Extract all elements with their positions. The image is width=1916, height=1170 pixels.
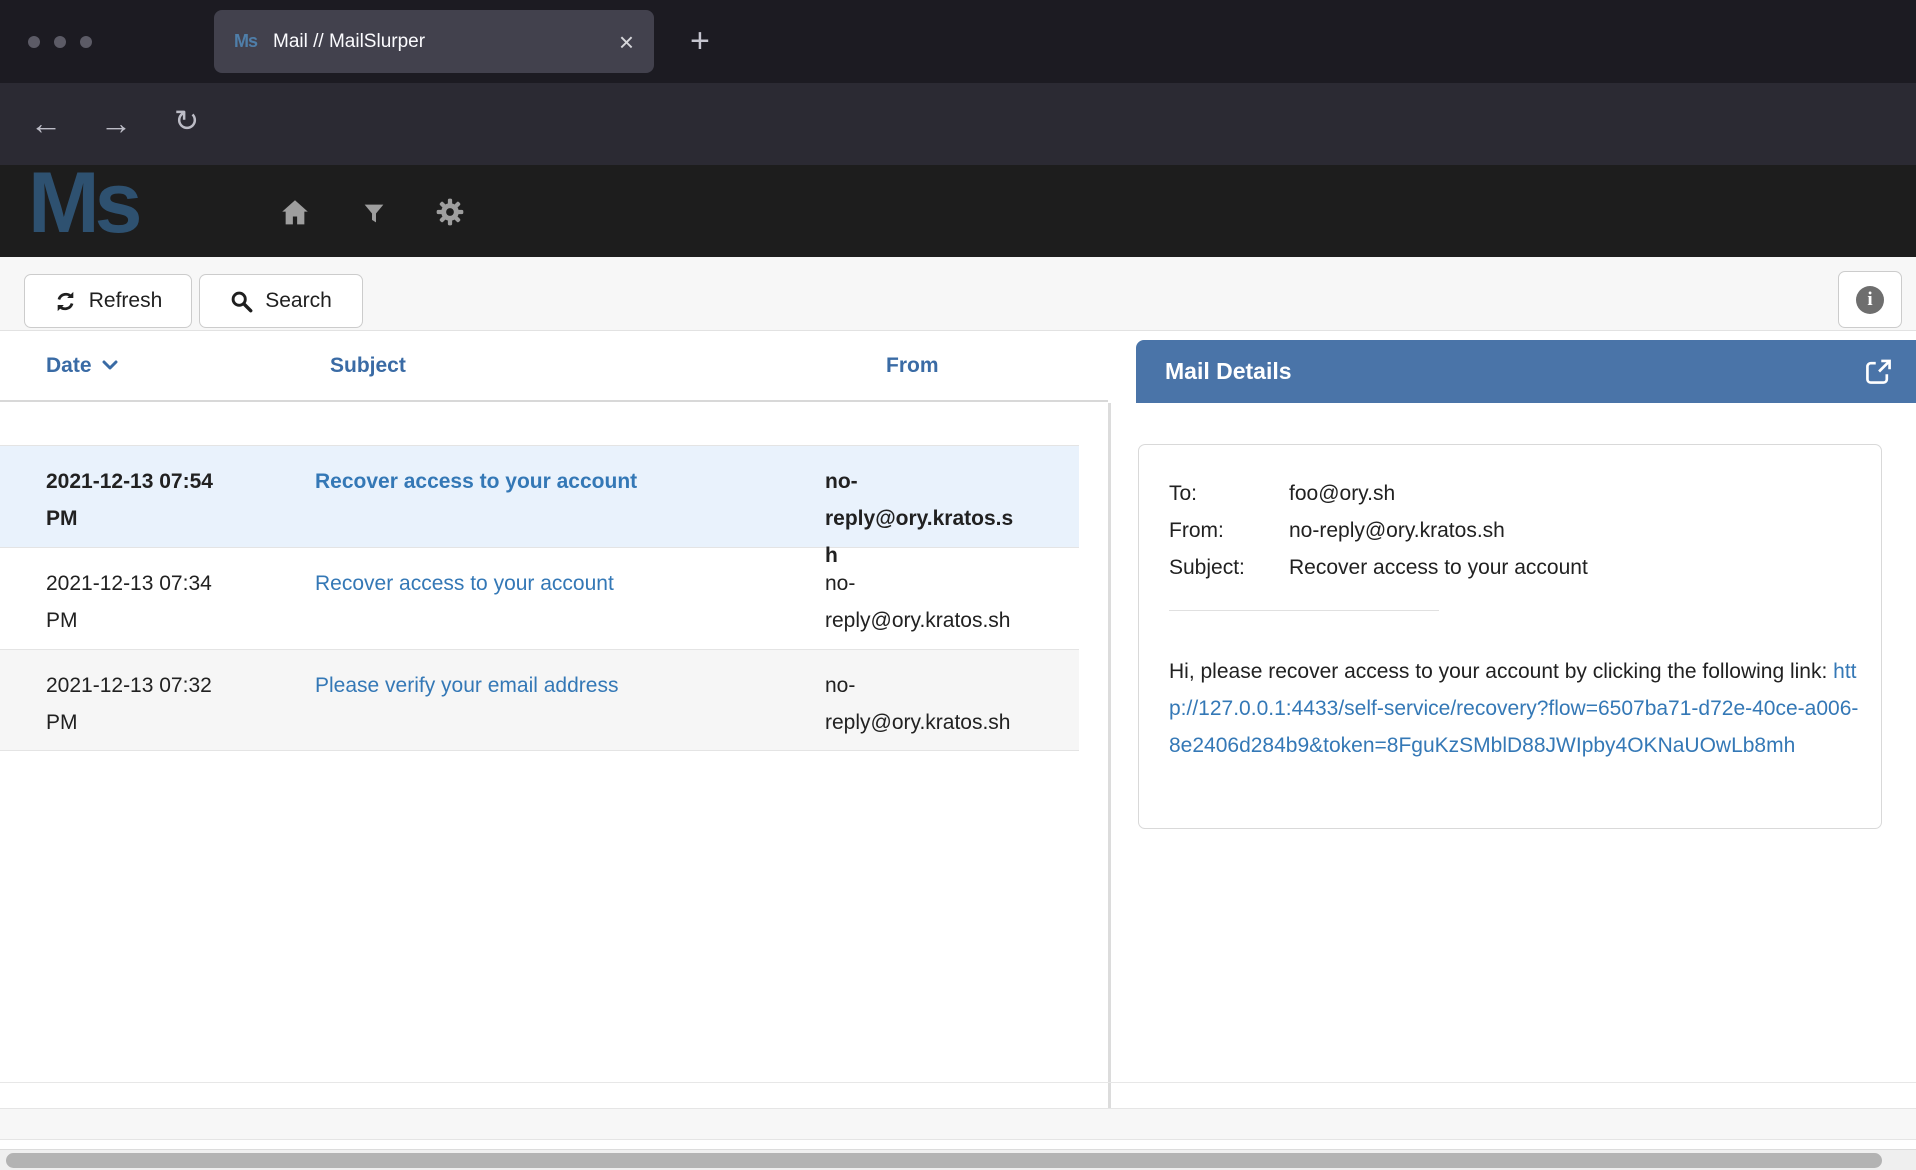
- mail-subject: Please verify your email address: [315, 667, 815, 750]
- window-dot-icon[interactable]: [80, 36, 92, 48]
- mail-details-header: Mail Details: [1136, 340, 1916, 403]
- reload-button[interactable]: ↻: [174, 107, 199, 137]
- browser-tab[interactable]: Ms Mail // MailSlurper ×: [214, 10, 654, 73]
- mail-date: 2021-12-13 07:32 PM: [46, 667, 231, 750]
- window-controls[interactable]: [28, 36, 92, 48]
- from-value: no-reply@ory.kratos.sh: [1289, 512, 1505, 549]
- mail-from: no-reply@ory.kratos.sh: [825, 667, 1020, 750]
- subject-label: Subject:: [1169, 549, 1289, 586]
- to-label: To:: [1169, 475, 1289, 512]
- mail-from: no-reply@ory.kratos.sh: [825, 565, 1020, 649]
- refresh-icon: [54, 290, 77, 313]
- mail-subject-link[interactable]: Please verify your email address: [315, 674, 618, 697]
- mail-body: Hi, please recover access to your accoun…: [1169, 653, 1869, 764]
- mail-subject-link[interactable]: Recover access to your account: [315, 470, 637, 493]
- browser-toolbar: ← → ↻ 127.0.0.1:4436/# 90% » ≡: [0, 83, 1916, 165]
- column-header-subject[interactable]: Subject: [315, 354, 815, 378]
- details-divider: [1169, 610, 1439, 611]
- horizontal-scrollbar[interactable]: [0, 1149, 1916, 1170]
- info-button[interactable]: i: [1838, 271, 1902, 328]
- to-value: foo@ory.sh: [1289, 475, 1395, 512]
- search-icon: [230, 290, 253, 313]
- mail-list-header: Date Subject From: [0, 331, 1108, 402]
- mail-body-text: Hi, please recover access to your accoun…: [1169, 660, 1833, 683]
- mailslurper-favicon-icon: Ms: [234, 31, 257, 52]
- mail-date: 2021-12-13 07:54 PM: [46, 463, 231, 547]
- footer-strip: [0, 1108, 1916, 1140]
- search-button[interactable]: Search: [199, 274, 363, 328]
- content-bottom-border: [0, 1082, 1916, 1083]
- mail-list: 2021-12-13 07:54 PM Recover access to yo…: [0, 445, 1079, 751]
- panel-divider: [1108, 403, 1111, 1108]
- mail-date: 2021-12-13 07:34 PM: [46, 565, 231, 649]
- mail-details-title: Mail Details: [1165, 358, 1863, 385]
- window-dot-icon[interactable]: [28, 36, 40, 48]
- new-tab-button[interactable]: +: [690, 24, 710, 58]
- mail-details-card: To: foo@ory.sh From: no-reply@ory.kratos…: [1138, 444, 1882, 829]
- tab-close-icon[interactable]: ×: [619, 29, 634, 55]
- window-dot-icon[interactable]: [54, 36, 66, 48]
- gear-icon[interactable]: [434, 196, 466, 228]
- column-header-date[interactable]: Date: [46, 354, 315, 378]
- back-button[interactable]: ←: [30, 107, 62, 139]
- refresh-button-label: Refresh: [89, 289, 163, 313]
- mail-subject: Recover access to your account: [315, 565, 815, 649]
- table-row[interactable]: 2021-12-13 07:34 PM Recover access to yo…: [0, 547, 1079, 649]
- tab-title: Mail // MailSlurper: [273, 31, 619, 53]
- external-link-icon[interactable]: [1863, 356, 1894, 387]
- column-header-date-label: Date: [46, 354, 92, 378]
- from-label: From:: [1169, 512, 1289, 549]
- browser-titlebar: Ms Mail // MailSlurper × +: [0, 0, 1916, 83]
- filter-icon[interactable]: [360, 200, 388, 228]
- horizontal-scrollbar-thumb[interactable]: [6, 1153, 1882, 1168]
- column-header-from[interactable]: From: [815, 354, 1020, 378]
- refresh-button[interactable]: Refresh: [24, 274, 192, 328]
- search-button-label: Search: [265, 289, 332, 313]
- mail-subject: Recover access to your account: [315, 463, 815, 547]
- home-icon[interactable]: [278, 196, 312, 230]
- table-row[interactable]: 2021-12-13 07:54 PM Recover access to yo…: [0, 445, 1079, 547]
- mail-from: no-reply@ory.kratos.sh: [825, 463, 1020, 547]
- table-row[interactable]: 2021-12-13 07:32 PM Please verify your e…: [0, 649, 1079, 751]
- info-icon: i: [1856, 286, 1884, 314]
- sort-chevron-down-icon: [102, 360, 118, 371]
- forward-button[interactable]: →: [100, 107, 132, 139]
- mailslurper-logo[interactable]: Ms: [28, 156, 137, 251]
- subject-value: Recover access to your account: [1289, 549, 1588, 586]
- mail-subject-link[interactable]: Recover access to your account: [315, 572, 614, 595]
